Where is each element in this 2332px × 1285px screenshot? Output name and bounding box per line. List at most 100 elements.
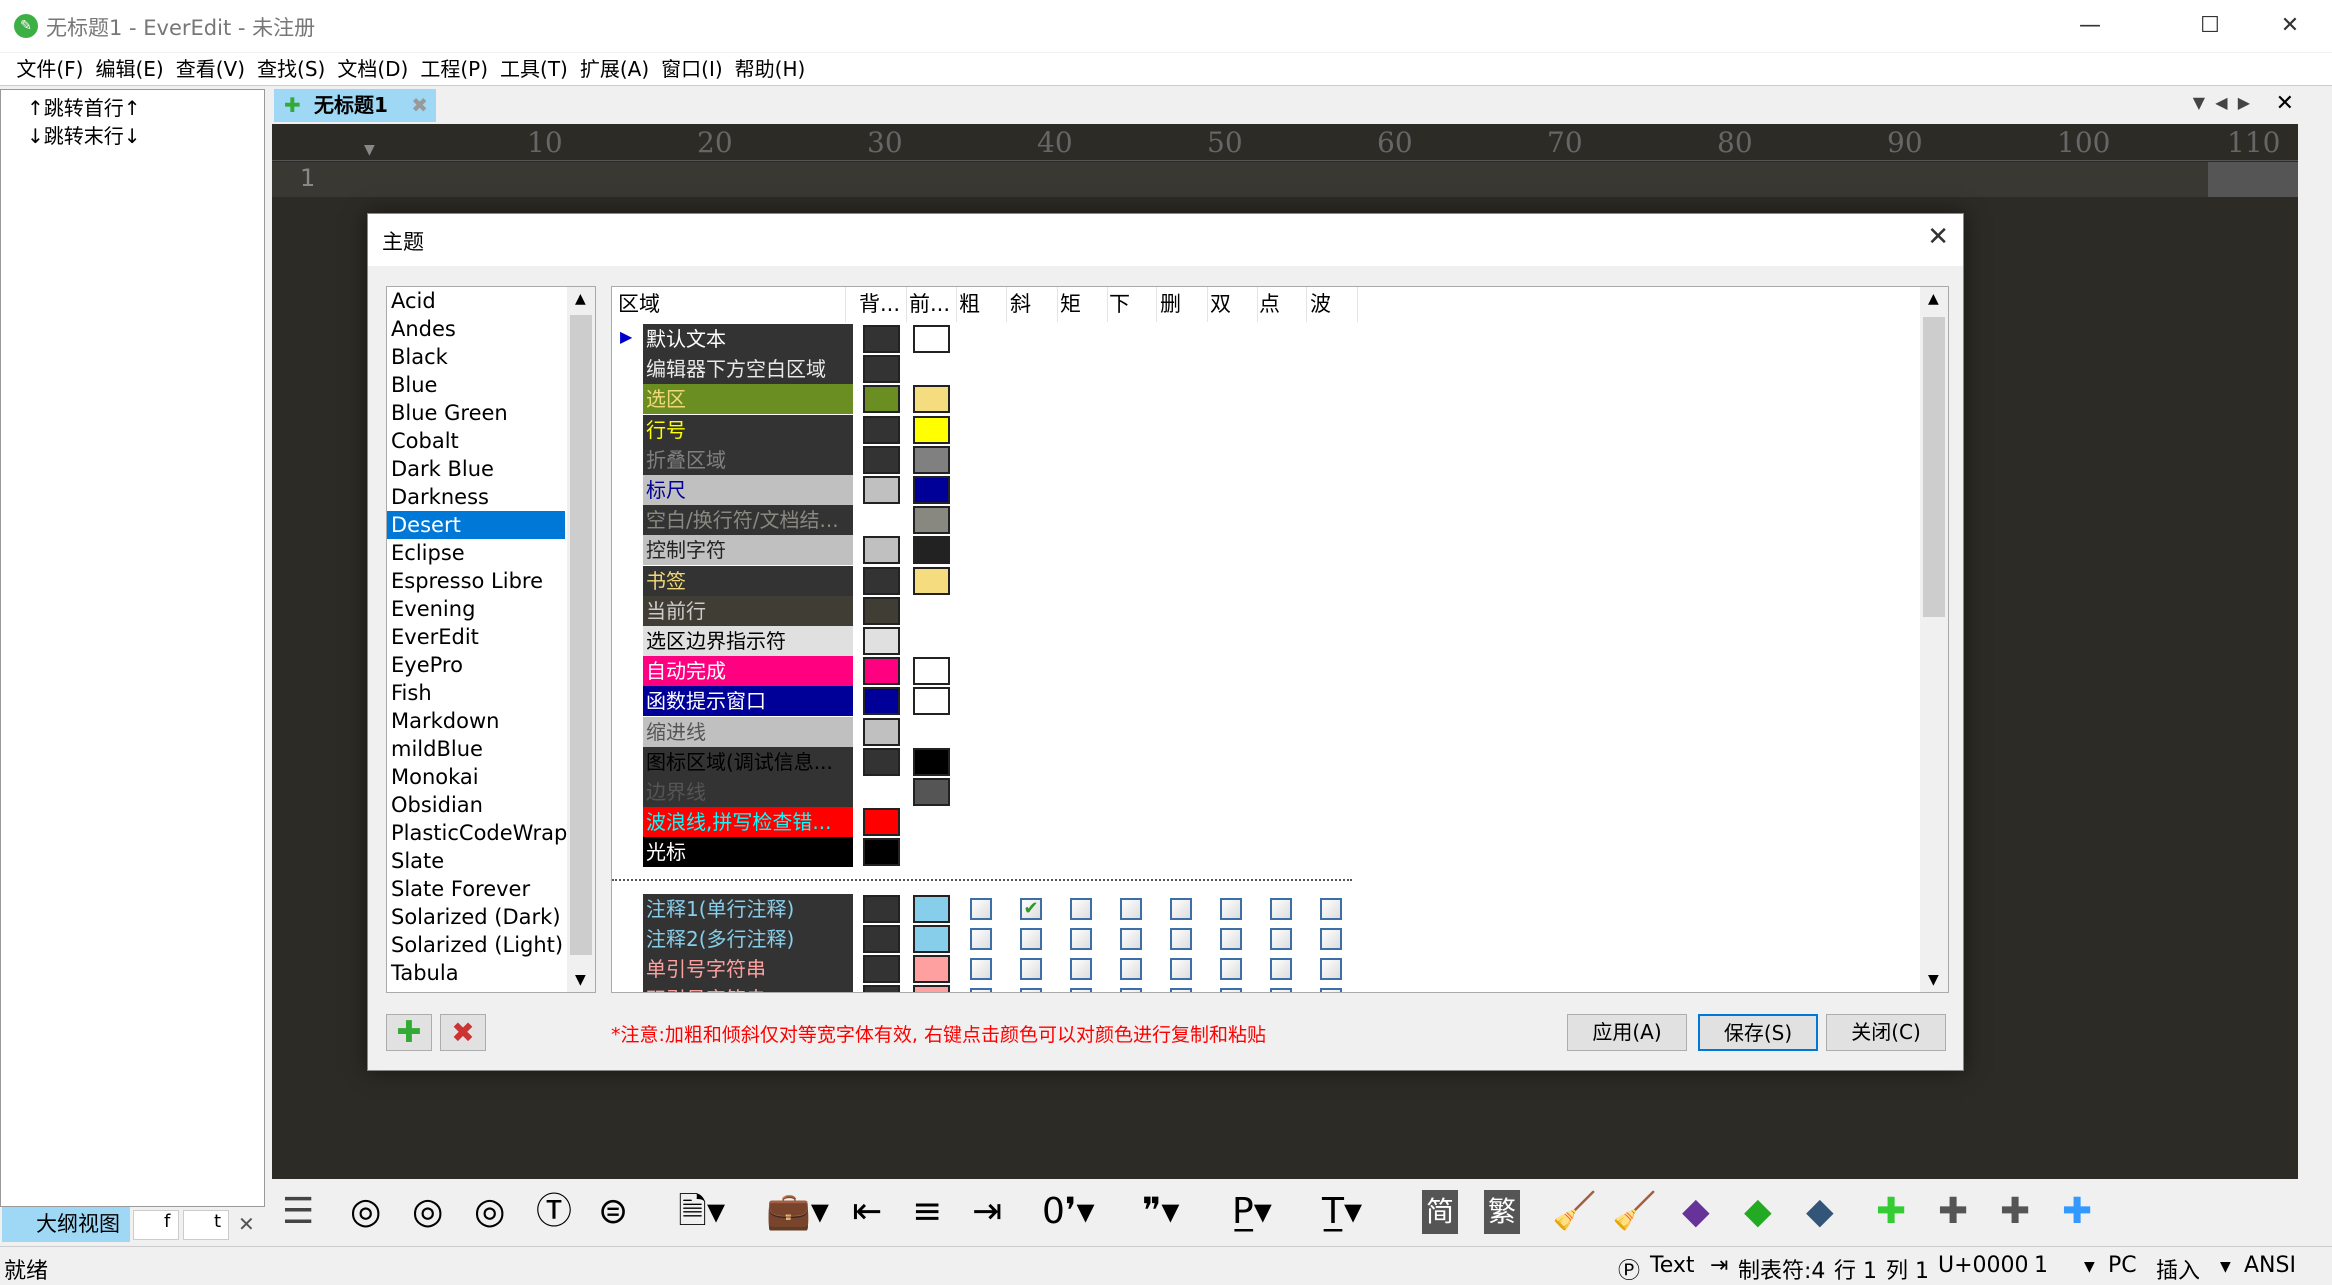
background-color-swatch[interactable] <box>863 687 900 716</box>
menu-edit[interactable]: 编辑(E) <box>89 53 169 86</box>
check-punctuation-icon[interactable]: ◎ <box>412 1190 443 1234</box>
foreground-color-swatch[interactable] <box>913 415 950 444</box>
dialog-close-icon[interactable]: ✕ <box>1927 222 1949 252</box>
theme-item[interactable]: Solarized (Dark) <box>387 903 565 931</box>
simplified-chinese-icon[interactable]: 简 <box>1422 1190 1459 1234</box>
style-checkbox[interactable] <box>1170 958 1192 980</box>
editor-vertical-scrollbar[interactable] <box>2300 124 2332 1179</box>
background-color-swatch[interactable] <box>863 808 900 837</box>
tab-outline-view[interactable]: 大纲视图 <box>2 1207 130 1242</box>
foreground-color-swatch[interactable] <box>913 687 950 716</box>
column-header[interactable]: 粗 <box>957 287 1007 322</box>
region-name[interactable]: 双引号字符串 <box>643 984 853 992</box>
briefcase-icon[interactable]: 💼▾ <box>766 1190 829 1234</box>
foreground-color-swatch[interactable] <box>913 385 950 414</box>
close-all-tabs-icon[interactable]: ✕ <box>2276 91 2294 116</box>
theme-item[interactable]: Cobalt <box>387 427 565 455</box>
region-name[interactable]: 缩进线 <box>643 716 853 747</box>
menu-tools[interactable]: 工具(T) <box>494 53 574 86</box>
close-tab-icon[interactable]: ✖ <box>411 89 428 122</box>
close-window-button[interactable]: ✕ <box>2260 8 2320 44</box>
foreground-color-swatch[interactable] <box>913 325 950 353</box>
style-checkbox[interactable] <box>1070 958 1092 980</box>
status-eol[interactable]: PC <box>2108 1253 2137 1278</box>
style-checkbox[interactable] <box>1320 928 1342 950</box>
style-checkbox[interactable] <box>1270 928 1292 950</box>
column-header[interactable]: 前... <box>907 287 957 322</box>
background-color-swatch[interactable] <box>863 476 900 504</box>
theme-item[interactable]: EyePro <box>387 651 565 679</box>
region-name[interactable]: 控制字符 <box>643 535 853 566</box>
theme-list[interactable]: ▲ ▼ Acid Andes Black Blue Blue Green Cobalt Da… <box>386 286 596 993</box>
theme-item[interactable]: Eclipse <box>387 539 565 567</box>
style-checkbox[interactable] <box>1170 988 1192 992</box>
foreground-color-swatch[interactable] <box>913 955 950 983</box>
minimize-button[interactable]: — <box>2060 8 2120 44</box>
column-header[interactable]: 区域 <box>616 287 846 322</box>
region-name[interactable]: 选区 <box>643 384 853 415</box>
column-header[interactable]: 删 <box>1158 287 1208 322</box>
background-color-swatch[interactable] <box>863 355 900 384</box>
style-checkbox[interactable] <box>1220 958 1242 980</box>
background-color-swatch[interactable] <box>863 415 900 444</box>
theme-item[interactable]: Monokai <box>387 763 565 791</box>
theme-item[interactable]: Slate <box>387 847 565 875</box>
region-name[interactable]: 书签 <box>643 565 853 596</box>
background-color-swatch[interactable] <box>863 985 900 992</box>
region-name[interactable]: 空白/换行符/文档结... <box>643 505 853 536</box>
style-checkbox[interactable] <box>970 898 992 920</box>
paragraph-format-icon[interactable]: P̲▾ <box>1232 1190 1272 1234</box>
maximize-button[interactable]: ☐ <box>2180 8 2240 44</box>
theme-item[interactable]: Solarized (Light) <box>387 931 565 959</box>
traditional-chinese-icon[interactable]: 繁 <box>1484 1190 1521 1234</box>
style-checkbox[interactable] <box>1320 898 1342 920</box>
eraser-a-icon[interactable]: ◆ <box>1682 1190 1710 1234</box>
foreground-color-swatch[interactable] <box>913 747 950 776</box>
single-quote-icon[interactable]: 0❜▾ <box>1042 1190 1095 1234</box>
status-tab-size[interactable]: 制表符:4 <box>1738 1253 1825 1285</box>
theme-item[interactable]: Slate Forever <box>387 875 565 903</box>
region-name[interactable]: 注释2(多行注释) <box>643 924 853 954</box>
region-name[interactable]: 自动完成 <box>643 656 853 687</box>
column-header[interactable]: 双 <box>1208 287 1258 322</box>
scroll-down-icon[interactable]: ▼ <box>575 972 586 988</box>
style-checkbox[interactable] <box>970 958 992 980</box>
theme-item[interactable]: Fish <box>387 679 565 707</box>
indent-icon[interactable]: ⇥ <box>972 1190 1002 1234</box>
menu-search[interactable]: 查找(S) <box>251 53 331 86</box>
theme-item[interactable]: EverEdit <box>387 623 565 651</box>
style-checkbox[interactable] <box>1220 928 1242 950</box>
style-checkbox[interactable] <box>970 928 992 950</box>
theme-item[interactable]: Desert <box>387 511 565 539</box>
style-checkbox[interactable] <box>1120 988 1142 992</box>
theme-item[interactable]: Tabula <box>387 959 565 987</box>
style-checkbox[interactable] <box>1320 988 1342 992</box>
theme-item[interactable]: Andes <box>387 315 565 343</box>
region-name[interactable]: 编辑器下方空白区域 <box>643 354 853 385</box>
region-name[interactable]: 光标 <box>643 837 853 868</box>
background-color-swatch[interactable] <box>863 325 900 353</box>
delete-theme-button[interactable]: ✖ <box>440 1014 486 1051</box>
check-list-icon[interactable]: ⊜ <box>598 1190 628 1234</box>
background-color-swatch[interactable] <box>863 627 900 655</box>
outline-list-icon[interactable]: ☰ <box>282 1190 314 1234</box>
theme-item[interactable]: Obsidian <box>387 791 565 819</box>
save-button[interactable]: 保存(S) <box>1698 1014 1818 1051</box>
status-syntax[interactable]: Text <box>1650 1253 1695 1278</box>
style-checkbox[interactable] <box>1270 988 1292 992</box>
document-icon[interactable]: 🗎▾ <box>678 1190 725 1234</box>
eraser-icon[interactable]: ◆ <box>1806 1190 1834 1234</box>
clean-s-icon[interactable]: 🧹 <box>1552 1190 1597 1234</box>
style-checkbox[interactable] <box>1270 898 1292 920</box>
background-color-swatch[interactable] <box>863 838 900 867</box>
add-w-icon[interactable]: ✚ <box>1938 1190 1968 1234</box>
column-header[interactable]: 波 <box>1308 287 1358 322</box>
tab-function-list[interactable]: f <box>133 1210 179 1240</box>
outline-goto-first-line[interactable]: ↑跳转首行↑ <box>27 92 141 121</box>
background-color-swatch[interactable] <box>863 566 900 595</box>
menu-project[interactable]: 工程(P) <box>414 53 494 86</box>
style-checkbox[interactable] <box>1070 988 1092 992</box>
region-name[interactable]: 默认文本 <box>643 324 853 354</box>
add-s-icon[interactable]: ✚ <box>1876 1190 1906 1234</box>
foreground-color-swatch[interactable] <box>913 657 950 686</box>
